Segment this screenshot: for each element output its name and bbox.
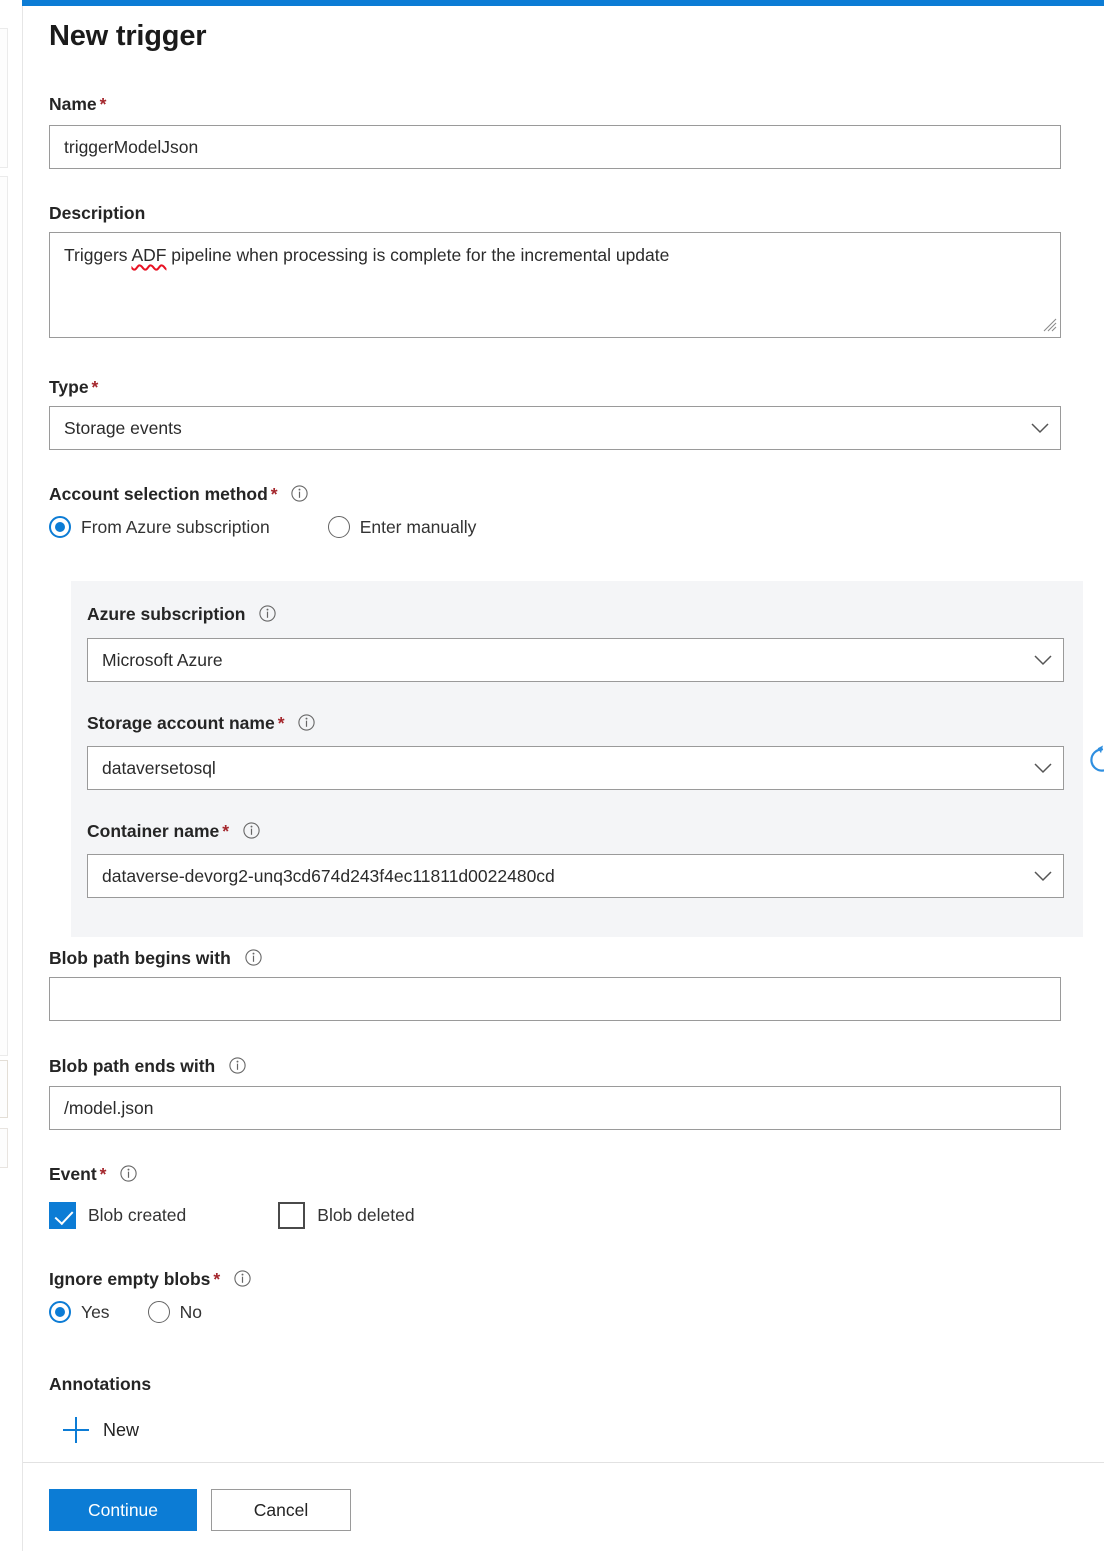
azure-subscription-label: Azure subscription [87,604,276,625]
account-selection-method-radio-group: From Azure subscription Enter manually [49,516,476,538]
radio-label: From Azure subscription [81,517,270,538]
description-misspelled-word: ADF [131,245,166,265]
background-panel-fragment [0,1060,8,1118]
event-label: Event* [49,1164,137,1185]
required-asterisk: * [100,94,107,114]
radio-indicator [49,1301,71,1323]
chevron-down-icon [1023,871,1063,882]
blob-path-ends-with-input[interactable] [49,1086,1061,1130]
info-icon[interactable] [245,949,262,966]
plus-icon [63,1417,89,1443]
checkbox-indicator [278,1202,305,1229]
description-text-suffix: pipeline when processing is complete for… [166,245,669,265]
ignore-empty-blobs-label: Ignore empty blobs* [49,1269,251,1290]
required-asterisk: * [222,821,229,841]
form-content: New trigger Name* Description Triggers A… [23,6,1104,1463]
radio-indicator [148,1301,170,1323]
azure-subscription-dropdown[interactable]: Microsoft Azure [87,638,1064,682]
refresh-button[interactable] [1083,741,1104,779]
checkbox-label: Blob deleted [317,1205,414,1226]
type-value: Storage events [50,418,1020,439]
background-panel-fragment [0,176,8,1056]
radio-label: No [180,1302,202,1323]
storage-account-name-dropdown[interactable]: dataversetosql [87,746,1064,790]
required-asterisk: * [213,1269,220,1289]
radio-indicator [328,516,350,538]
container-name-label: Container name* [87,821,260,842]
account-selection-method-label: Account selection method* [49,484,308,505]
container-name-value: dataverse-devorg2-unq3cd674d243f4ec11811… [88,866,1023,887]
cancel-button[interactable]: Cancel [211,1489,351,1531]
radio-label: Enter manually [360,517,477,538]
info-icon[interactable] [120,1165,137,1182]
add-annotation-label: New [103,1420,139,1441]
description-textarea[interactable]: Triggers ADF pipeline when processing is… [49,232,1061,338]
description-text-prefix: Triggers [64,245,131,265]
checkbox-indicator [49,1202,76,1229]
checkbox-blob-created[interactable]: Blob created [49,1202,186,1229]
background-panel-fragment [0,1128,8,1168]
checkbox-label: Blob created [88,1205,186,1226]
info-icon[interactable] [243,822,260,839]
required-asterisk: * [271,484,278,504]
page-title: New trigger [49,20,206,53]
name-label: Name* [49,94,106,115]
blob-path-ends-with-label: Blob path ends with [49,1056,246,1077]
continue-button[interactable]: Continue [49,1489,197,1531]
info-icon[interactable] [259,605,276,622]
type-dropdown[interactable]: Storage events [49,406,1061,450]
storage-account-name-value: dataversetosql [88,758,1023,779]
checkbox-blob-deleted[interactable]: Blob deleted [278,1202,414,1229]
radio-ignore-empty-blobs-yes[interactable]: Yes [49,1301,110,1323]
storage-account-name-label: Storage account name* [87,713,315,734]
container-name-dropdown[interactable]: dataverse-devorg2-unq3cd674d243f4ec11811… [87,854,1064,898]
footer-actions: Continue Cancel [23,1463,1104,1551]
annotations-label: Annotations [49,1374,151,1395]
event-checkbox-group: Blob created Blob deleted [49,1202,415,1229]
new-trigger-panel: New trigger Name* Description Triggers A… [22,6,1104,1551]
description-label: Description [49,203,145,224]
blob-path-begins-with-label: Blob path begins with [49,948,262,969]
refresh-icon [1086,744,1104,776]
chevron-down-icon [1023,763,1063,774]
type-label: Type* [49,377,98,398]
background-panel-fragment [0,28,8,168]
info-icon[interactable] [234,1270,251,1287]
ignore-empty-blobs-radio-group: Yes No [49,1301,202,1323]
required-asterisk: * [100,1164,107,1184]
radio-label: Yes [81,1302,110,1323]
radio-indicator [49,516,71,538]
blob-path-begins-with-input[interactable] [49,977,1061,1021]
radio-enter-manually[interactable]: Enter manually [328,516,477,538]
new-trigger-screen: New trigger Name* Description Triggers A… [0,0,1104,1551]
azure-subscription-value: Microsoft Azure [88,650,1023,671]
info-icon[interactable] [291,485,308,502]
info-icon[interactable] [229,1057,246,1074]
required-asterisk: * [92,377,99,397]
radio-from-azure-subscription[interactable]: From Azure subscription [49,516,270,538]
add-annotation-button[interactable]: New [63,1417,139,1443]
chevron-down-icon [1020,423,1060,434]
background-strip [0,0,22,1551]
chevron-down-icon [1023,655,1063,666]
required-asterisk: * [278,713,285,733]
name-input[interactable] [49,125,1061,169]
info-icon[interactable] [298,714,315,731]
radio-ignore-empty-blobs-no[interactable]: No [148,1301,202,1323]
